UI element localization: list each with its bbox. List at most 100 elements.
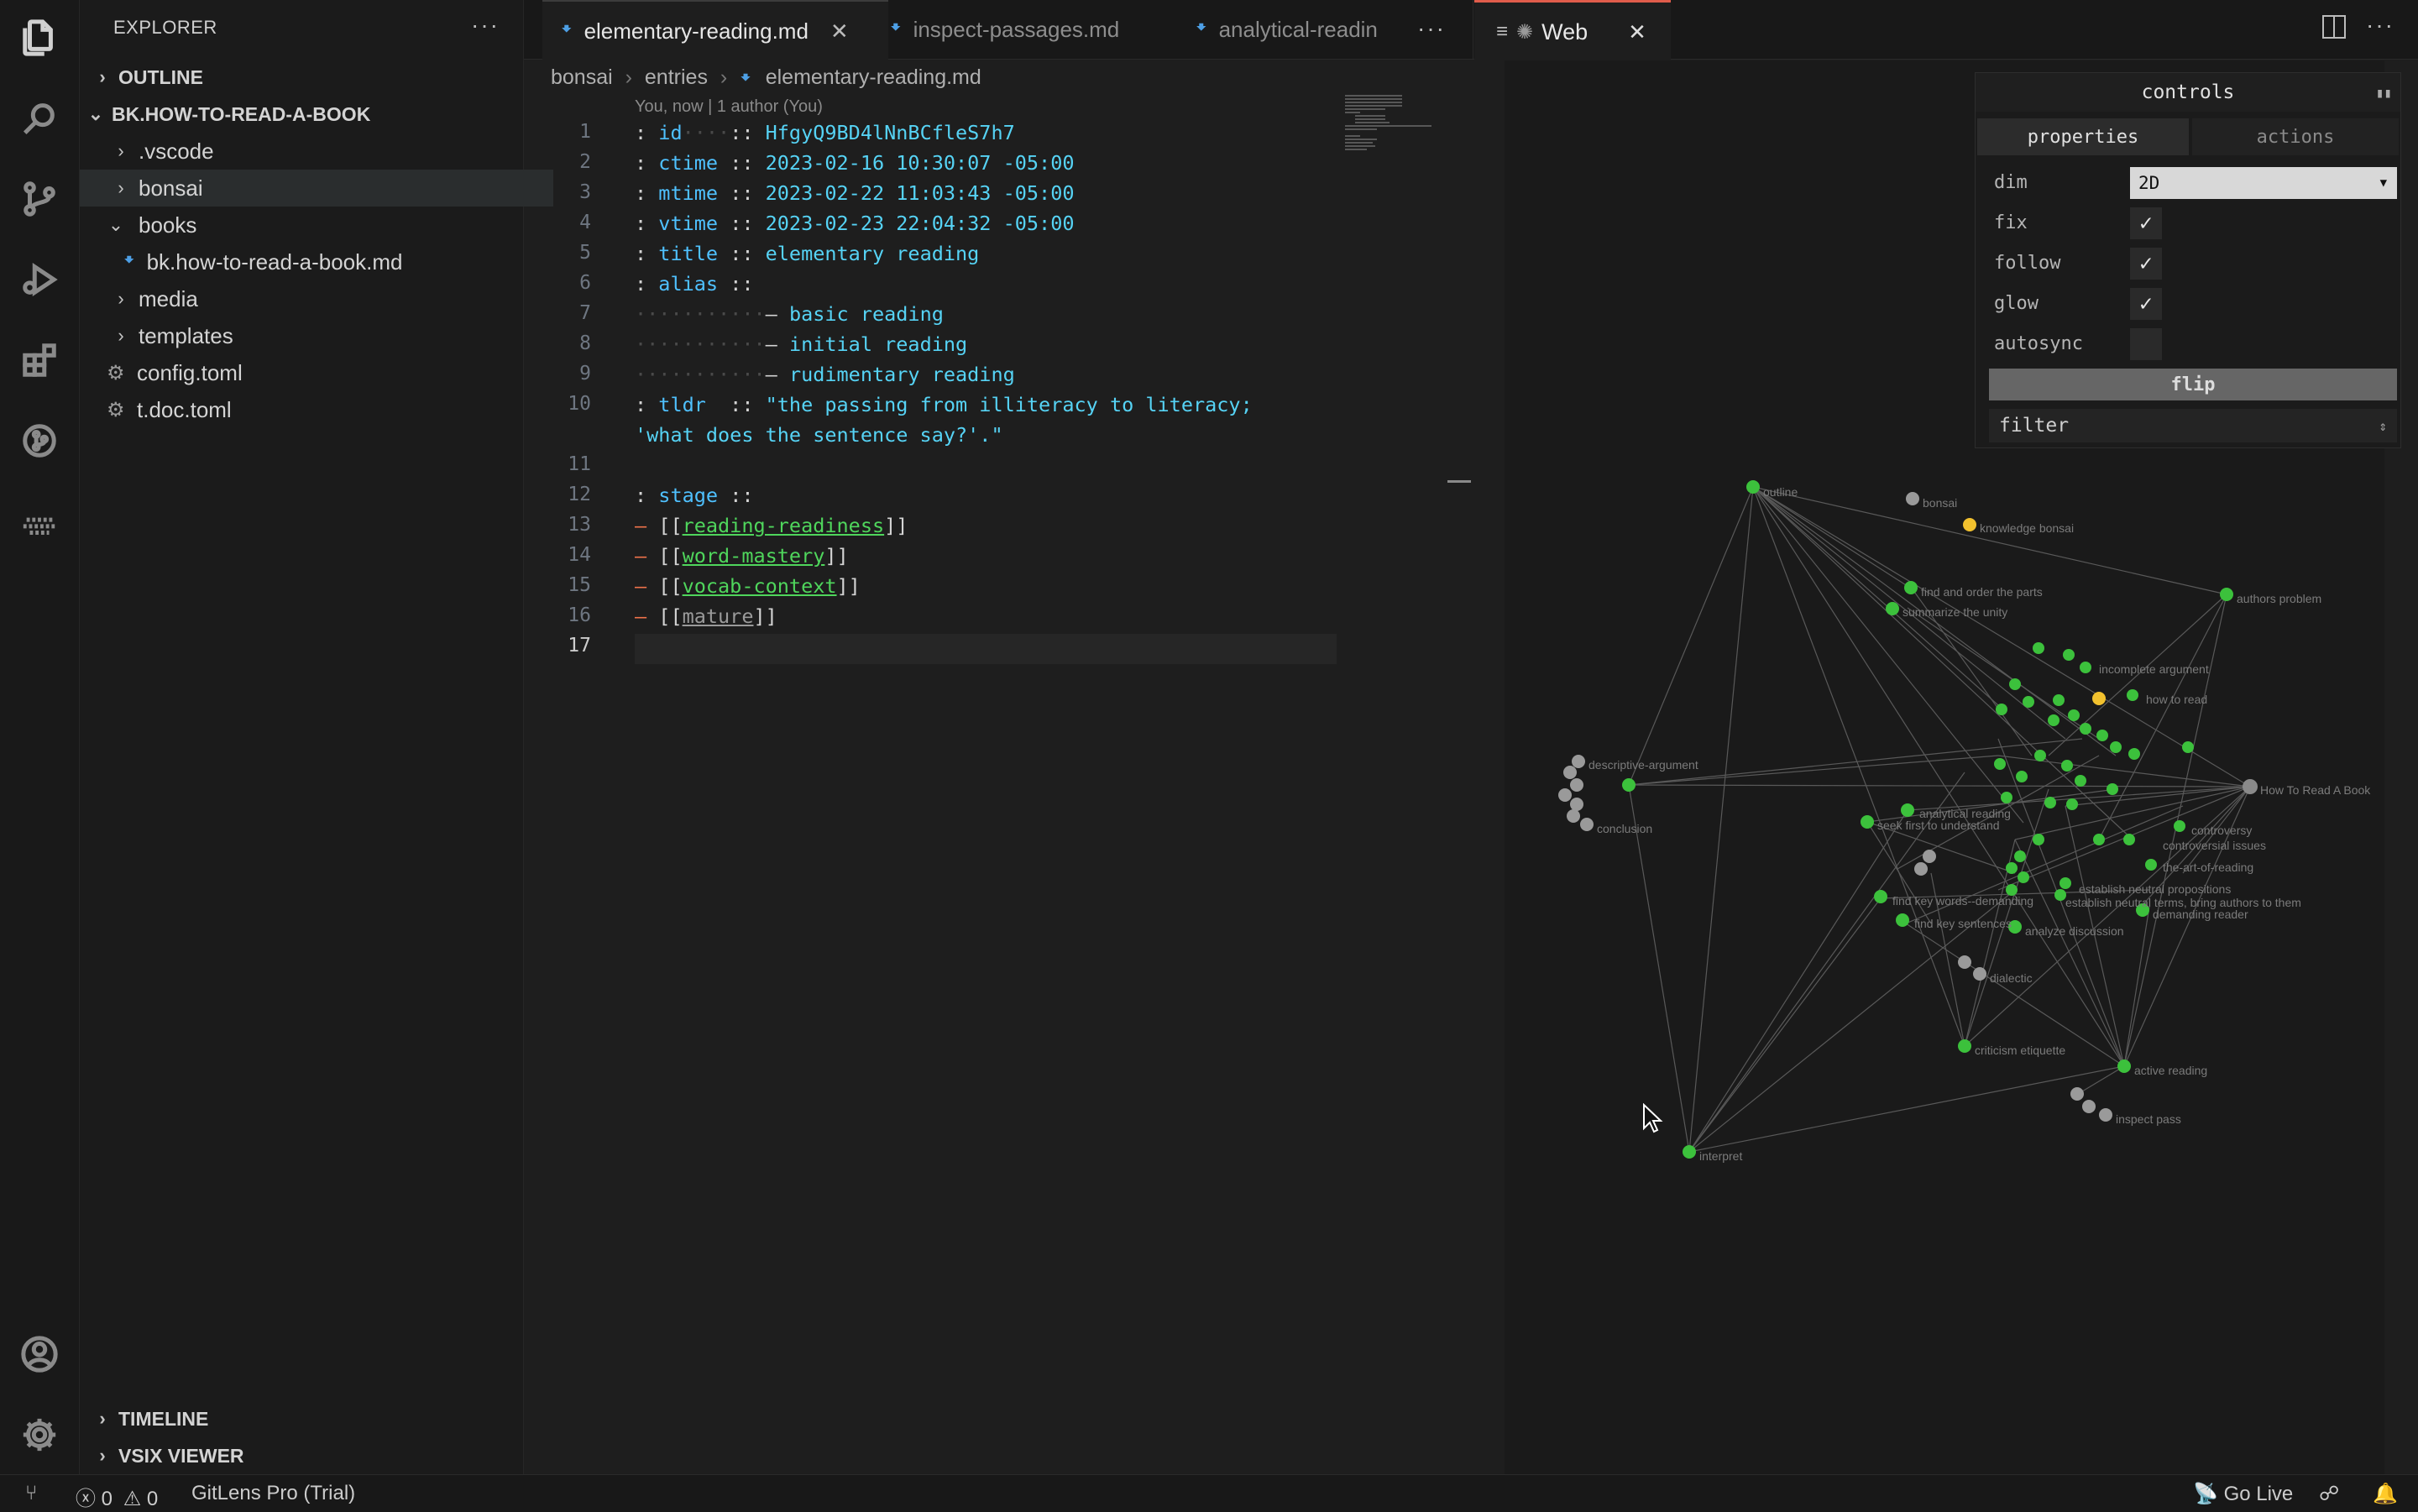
graph-node[interactable] xyxy=(2054,889,2066,901)
prop-label: fix xyxy=(1994,212,2028,233)
drag-handle-icon[interactable]: ▮▮ xyxy=(2376,85,2392,101)
graph-label: find key words--demanding xyxy=(1892,894,2033,908)
graph-node[interactable] xyxy=(2099,1108,2112,1122)
graph-node[interactable] xyxy=(1570,778,1583,792)
error-count: 0 xyxy=(101,1488,113,1510)
controls-title[interactable]: controls ▮▮ xyxy=(1976,73,2400,112)
graph-node[interactable] xyxy=(1622,778,1636,792)
prop-label: glow xyxy=(1994,293,2039,314)
graph-node[interactable] xyxy=(2128,748,2140,760)
graph-node[interactable] xyxy=(2182,741,2194,753)
graph-node[interactable] xyxy=(1914,862,1928,876)
graph-node[interactable] xyxy=(2075,775,2086,787)
prop-label: dim xyxy=(1994,172,2028,193)
graph-node[interactable] xyxy=(1958,1039,1971,1053)
filter-dropdown[interactable]: filter ⇕ xyxy=(1989,409,2397,442)
remote-icon[interactable]: ⑂ xyxy=(25,1482,37,1505)
graph-node[interactable] xyxy=(1563,766,1577,779)
graph-node[interactable] xyxy=(2018,871,2029,883)
graph-node[interactable] xyxy=(2096,730,2108,741)
graph-label: summarize the unity xyxy=(1902,605,2007,619)
graph-label: dialectic xyxy=(1990,971,2033,985)
graph-node[interactable] xyxy=(2220,588,2233,601)
graph-node[interactable] xyxy=(2080,662,2091,673)
graph-node[interactable] xyxy=(2117,1059,2131,1073)
graph-node[interactable] xyxy=(1558,788,1572,802)
graph-node[interactable] xyxy=(1746,480,1760,494)
graph-node[interactable] xyxy=(2048,714,2059,726)
graph-node[interactable] xyxy=(2016,771,2028,782)
autosync-checkbox[interactable] xyxy=(2130,328,2162,360)
tab-actions[interactable]: actions xyxy=(2192,118,2399,155)
graph-label: knowledge bonsai xyxy=(1980,521,2074,535)
graph-node[interactable] xyxy=(2053,694,2065,706)
graph-node[interactable] xyxy=(2063,649,2075,661)
graph-node[interactable] xyxy=(2006,862,2018,874)
graph-node[interactable] xyxy=(1580,818,1594,831)
glow-checkbox[interactable]: ✓ xyxy=(2130,288,2162,320)
graph-node[interactable] xyxy=(2123,834,2135,845)
graph-node[interactable] xyxy=(2068,709,2080,721)
graph-node[interactable] xyxy=(1874,890,1887,903)
graph-node[interactable] xyxy=(2070,1087,2084,1101)
tab-properties[interactable]: properties xyxy=(1977,118,2189,155)
graph-node[interactable] xyxy=(1996,704,2007,715)
graph-node[interactable] xyxy=(2082,1100,2096,1113)
graph-node[interactable] xyxy=(1958,955,1971,969)
fix-checkbox[interactable]: ✓ xyxy=(2130,207,2162,239)
prop-label: follow xyxy=(1994,253,2061,274)
broadcast-icon: 📡 xyxy=(2193,1483,2218,1505)
flip-button[interactable]: flip xyxy=(1989,369,2397,400)
graph-node[interactable] xyxy=(2001,792,2012,803)
graph-node[interactable] xyxy=(1567,809,1580,823)
notifications-bell-icon[interactable]: 🔔 xyxy=(2373,1482,2398,1506)
graph-node[interactable] xyxy=(1973,967,1986,981)
graph-node[interactable] xyxy=(2145,859,2157,871)
graph-node[interactable] xyxy=(1901,803,1914,817)
graph-node[interactable] xyxy=(2107,783,2118,795)
graph-node[interactable] xyxy=(2061,760,2073,772)
graph-node[interactable] xyxy=(1683,1145,1696,1159)
graph-node[interactable] xyxy=(2033,834,2044,845)
graph-node[interactable] xyxy=(2009,678,2021,690)
graph-node[interactable] xyxy=(1963,518,1976,531)
graph-node[interactable] xyxy=(2044,797,2056,808)
graph-node[interactable] xyxy=(1923,850,1936,863)
dim-select[interactable]: 2D ▼ xyxy=(2130,167,2397,199)
graph-node[interactable] xyxy=(2066,798,2078,810)
graph-node[interactable] xyxy=(1861,815,1874,829)
graph-node[interactable] xyxy=(1886,602,1899,615)
graph-node[interactable] xyxy=(2033,642,2044,654)
graph-node[interactable] xyxy=(1572,755,1585,768)
problems-indicator[interactable]: ⓧ 0 ⚠ 0 xyxy=(76,1482,158,1511)
controls-panel: controls ▮▮ properties actions dim 2D ▼ … xyxy=(1975,72,2401,448)
graph-node[interactable] xyxy=(2243,779,2258,794)
graph-node[interactable] xyxy=(2127,689,2138,701)
graph-node[interactable] xyxy=(1904,581,1918,594)
graph-node[interactable] xyxy=(1906,492,1919,505)
graph-node[interactable] xyxy=(1896,913,1909,927)
graph-label: inspect pass xyxy=(2116,1112,2181,1126)
graph-node[interactable] xyxy=(2110,741,2122,753)
graph-node[interactable] xyxy=(2059,877,2071,889)
graph-label: interpret xyxy=(1699,1149,1742,1163)
prop-autosync: autosync xyxy=(1976,323,2400,364)
graph-node[interactable] xyxy=(1994,758,2006,770)
check-icon: ✓ xyxy=(2139,251,2153,276)
graph-node[interactable] xyxy=(2092,692,2106,705)
graph-node[interactable] xyxy=(2014,850,2026,862)
graph-node[interactable] xyxy=(2080,723,2091,735)
feedback-icon[interactable]: ☍ xyxy=(2319,1482,2339,1506)
graph-node[interactable] xyxy=(2093,834,2105,845)
graph-label: authors problem xyxy=(2237,592,2321,605)
go-live-button[interactable]: 📡 Go Live xyxy=(2193,1482,2293,1506)
graph-node[interactable] xyxy=(2023,696,2034,708)
graph-label: establish neutral propositions xyxy=(2079,882,2231,896)
follow-checkbox[interactable]: ✓ xyxy=(2130,248,2162,280)
graph-node[interactable] xyxy=(2174,820,2185,832)
graph-node[interactable] xyxy=(1570,798,1583,811)
graph-node[interactable] xyxy=(2034,750,2046,761)
graph-label: criticism etiquette xyxy=(1975,1044,2065,1057)
error-icon: ⓧ xyxy=(76,1488,96,1510)
gitlens-status[interactable]: GitLens Pro (Trial) xyxy=(191,1482,355,1505)
